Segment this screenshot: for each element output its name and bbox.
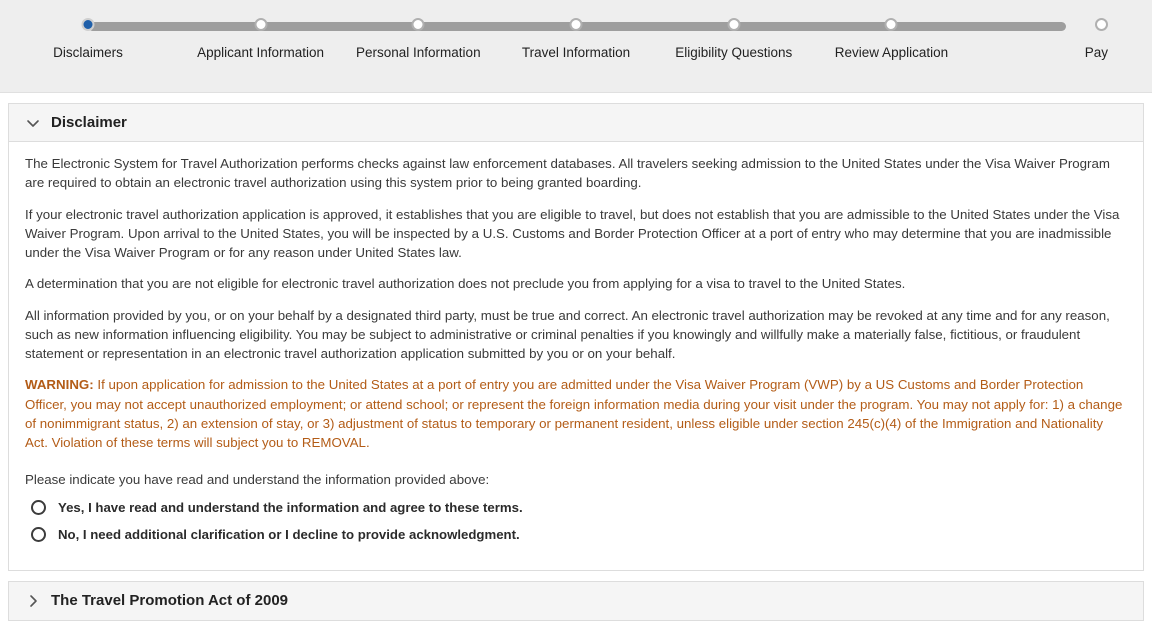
chevron-right-icon: [25, 593, 41, 609]
step-label: Pay: [1084, 45, 1109, 60]
warning-label: WARNING:: [25, 377, 94, 393]
step-label: Review Application: [834, 45, 949, 60]
progress-stepper: Disclaimers Applicant Information Person…: [0, 0, 1152, 93]
radio-circle-icon: [31, 526, 46, 542]
step-label: Travel Information: [521, 45, 631, 60]
radio-option-no[interactable]: No, I need additional clarification or I…: [25, 526, 1127, 542]
step-dot-icon: [81, 18, 95, 31]
step-dot-icon: [411, 18, 425, 31]
warning-paragraph: WARNING: If upon application for admissi…: [25, 375, 1127, 452]
panel-title: The Travel Promotion Act of 2009: [51, 592, 289, 610]
acknowledgment-prompt: Please indicate you have read and unders…: [25, 472, 490, 488]
chevron-down-icon: [25, 115, 41, 131]
disclaimer-paragraph: All information provided by you, or on y…: [25, 307, 1110, 362]
step-dot-icon: [884, 18, 898, 31]
step-dot-icon: [569, 18, 583, 31]
radio-option-label: Yes, I have read and understand the info…: [58, 499, 523, 515]
step-label: Disclaimers: [53, 45, 123, 60]
radio-option-yes[interactable]: Yes, I have read and understand the info…: [25, 499, 1127, 515]
step-label: Personal Information: [356, 45, 481, 60]
disclaimer-panel-header[interactable]: Disclaimer: [9, 104, 1143, 142]
disclaimer-paragraph: The Electronic System for Travel Authori…: [25, 156, 1110, 191]
panel-title: Disclaimer: [51, 114, 127, 131]
disclaimer-panel-body: The Electronic System for Travel Authori…: [9, 142, 1143, 570]
step-label: Applicant Information: [197, 45, 324, 60]
radio-circle-icon: [31, 499, 46, 515]
radio-option-label: No, I need additional clarification or I…: [58, 526, 520, 542]
disclaimer-paragraph: If your electronic travel authorization …: [25, 206, 1120, 261]
warning-body: If upon application for admission to the…: [25, 377, 1123, 451]
travel-promotion-act-panel-header[interactable]: The Travel Promotion Act of 2009: [9, 581, 1143, 620]
disclaimer-panel: Disclaimer The Electronic System for Tra…: [8, 103, 1144, 571]
step-dot-icon: [1095, 18, 1109, 31]
disclaimer-paragraph: A determination that you are not eligibl…: [25, 276, 906, 292]
step-label: Eligibility Questions: [675, 45, 793, 60]
step-dot-icon: [254, 18, 268, 31]
travel-promotion-act-panel: The Travel Promotion Act of 2009: [8, 580, 1144, 621]
step-dot-icon: [727, 18, 741, 31]
